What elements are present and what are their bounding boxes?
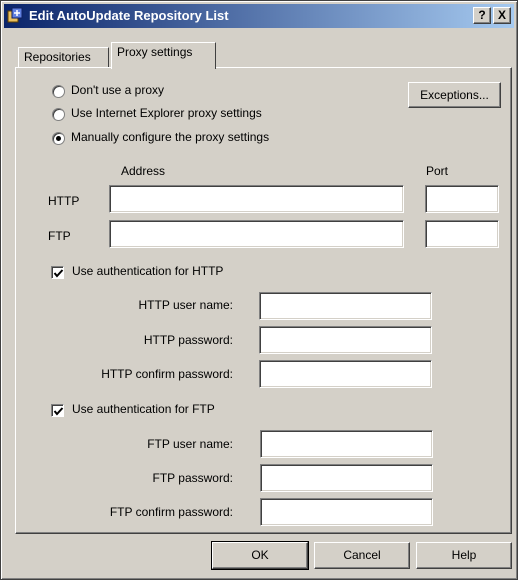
checkmark-icon	[53, 269, 64, 278]
help-button[interactable]: Help	[416, 542, 512, 569]
ftp-user-label: FTP user name:	[147, 437, 233, 451]
ftp-password-input[interactable]	[260, 464, 433, 492]
http-password-label: HTTP password:	[143, 333, 233, 347]
http-password-input[interactable]	[259, 326, 432, 354]
http-port-input[interactable]	[425, 185, 499, 213]
tab-proxy-settings[interactable]: Proxy settings	[111, 42, 216, 69]
radio-manual-proxy-label[interactable]: Manually configure the proxy settings	[71, 130, 269, 144]
dialog-window: Edit AutoUpdate Repository List ? X Repo…	[0, 0, 518, 580]
radio-no-proxy[interactable]	[52, 85, 65, 98]
http-confirm-label: HTTP confirm password:	[101, 367, 233, 381]
ftp-port-input[interactable]	[425, 220, 499, 248]
ftp-confirm-label: FTP confirm password:	[109, 505, 233, 519]
app-icon	[7, 7, 24, 24]
ftp-label: FTP	[48, 229, 71, 243]
http-address-input[interactable]	[109, 185, 404, 213]
ok-button[interactable]: OK	[211, 541, 309, 570]
title-help-button[interactable]: ?	[473, 7, 491, 24]
ftp-confirm-input[interactable]	[260, 498, 433, 526]
window-title: Edit AutoUpdate Repository List	[29, 8, 229, 23]
ftp-auth-label[interactable]: Use authentication for FTP	[72, 402, 215, 416]
checkmark-icon	[53, 407, 64, 416]
title-bar[interactable]: Edit AutoUpdate Repository List ? X	[4, 4, 514, 28]
http-label: HTTP	[48, 194, 80, 208]
radio-no-proxy-label[interactable]: Don't use a proxy	[71, 83, 164, 97]
radio-ie-proxy[interactable]	[52, 108, 65, 121]
radio-manual-proxy[interactable]	[52, 132, 65, 145]
radio-selected-dot	[56, 136, 61, 141]
radio-ie-proxy-label[interactable]: Use Internet Explorer proxy settings	[71, 106, 262, 120]
ftp-address-input[interactable]	[109, 220, 404, 248]
port-header: Port	[426, 164, 449, 178]
http-auth-label[interactable]: Use authentication for HTTP	[72, 264, 223, 278]
ftp-password-label: FTP password:	[152, 471, 233, 485]
cancel-button[interactable]: Cancel	[314, 542, 410, 569]
tab-repositories[interactable]: Repositories	[18, 47, 109, 68]
address-header: Address	[121, 164, 166, 178]
http-user-label: HTTP user name:	[138, 298, 233, 312]
ftp-user-input[interactable]	[260, 430, 433, 458]
exceptions-button[interactable]: Exceptions...	[408, 82, 501, 108]
http-user-input[interactable]	[259, 292, 432, 320]
title-close-button[interactable]: X	[493, 7, 511, 24]
ftp-auth-checkbox[interactable]	[51, 404, 64, 417]
http-auth-checkbox[interactable]	[51, 266, 64, 279]
http-confirm-input[interactable]	[259, 360, 432, 388]
